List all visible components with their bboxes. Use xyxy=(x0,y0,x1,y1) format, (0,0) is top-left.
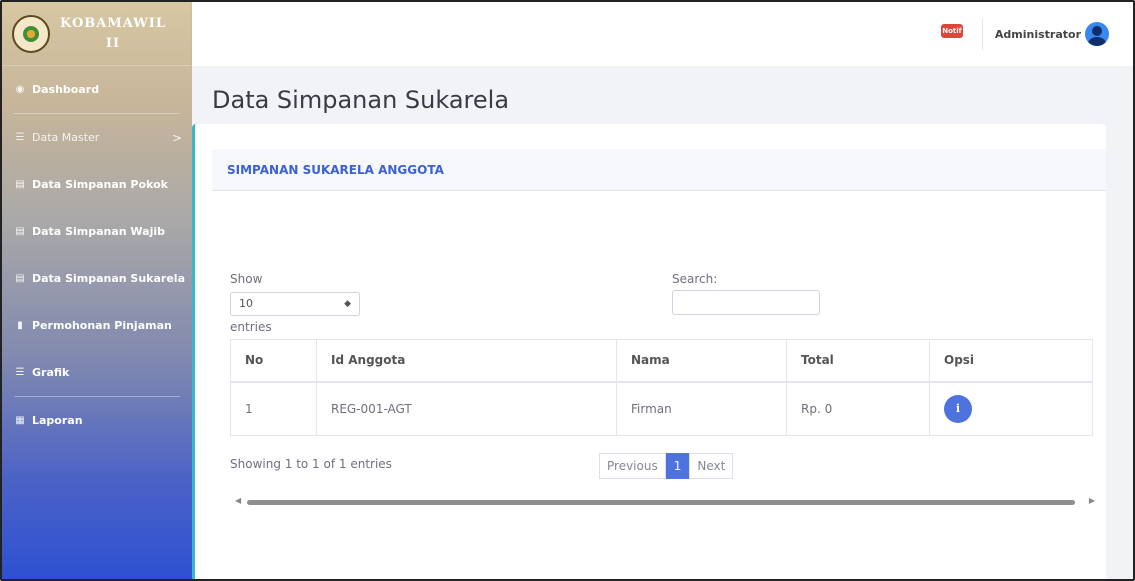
search-label: Search: xyxy=(672,272,718,286)
table-header-row: No Id Anggota Nama Total Opsi xyxy=(230,339,1093,383)
report-icon: ▦ xyxy=(15,415,25,426)
next-button[interactable]: Next xyxy=(689,453,734,479)
entries-select-value: 10 xyxy=(239,297,253,310)
sort-caret-icon: ◆ xyxy=(344,299,351,309)
cell-total: Rp. 0 xyxy=(786,381,930,436)
topbar: Notif Administrator xyxy=(192,2,1133,66)
sidebar-item-label: Laporan xyxy=(32,414,83,427)
list-icon: ☰ xyxy=(15,132,25,143)
book-icon: ▤ xyxy=(15,179,25,190)
sidebar-item-label: Data Master xyxy=(32,131,100,144)
sidebar-nav: ◉ Dashboard ☰ Data Master > ▤ Data Simpa… xyxy=(2,66,192,444)
cell-nama: Firman xyxy=(616,381,787,436)
info-icon[interactable]: i xyxy=(944,394,972,423)
sidebar: KOBAMAWIL II ◉ Dashboard ☰ Data Master >… xyxy=(2,2,192,579)
main-content: Data Simpanan Sukarela SIMPANAN SUKARELA… xyxy=(192,66,1133,579)
sidebar-item-simpanan-wajib[interactable]: ▤ Data Simpanan Wajib xyxy=(2,208,192,255)
list-icon: ☰ xyxy=(15,367,25,378)
table-row: 1 REG-001-AGT Firman Rp. 0 i xyxy=(230,381,1093,436)
card-header: SIMPANAN SUKARELA ANGGOTA xyxy=(212,149,1106,191)
pagination: Previous 1 Next xyxy=(599,453,734,479)
sidebar-item-simpanan-pokok[interactable]: ▤ Data Simpanan Pokok xyxy=(2,161,192,208)
brand-line1: KOBAMAWIL xyxy=(60,15,166,31)
sidebar-item-label: Data Simpanan Wajib xyxy=(32,225,166,238)
chevron-right-icon: > xyxy=(171,130,182,145)
notif-badge[interactable]: Notif xyxy=(941,24,963,38)
column-header-no[interactable]: No xyxy=(230,339,317,383)
sidebar-item-label: Data Simpanan Sukarela xyxy=(32,272,186,285)
card-title: SIMPANAN SUKARELA ANGGOTA xyxy=(227,162,444,177)
book-icon: ▤ xyxy=(15,226,25,237)
page-1-button[interactable]: 1 xyxy=(665,453,690,479)
book-icon: ▤ xyxy=(15,273,25,284)
entries-label: entries xyxy=(230,320,272,334)
sidebar-item-data-master[interactable]: ☰ Data Master > xyxy=(2,114,192,161)
data-table: No Id Anggota Nama Total Opsi 1 REG-001-… xyxy=(230,339,1093,436)
table-info: Showing 1 to 1 of 1 entries xyxy=(230,457,392,471)
scroll-right-icon[interactable]: ▶ xyxy=(1089,496,1095,505)
avatar[interactable] xyxy=(1085,22,1109,46)
column-header-nama[interactable]: Nama xyxy=(616,339,787,383)
cell-no: 1 xyxy=(230,381,317,436)
brand-line2: II xyxy=(105,35,121,51)
sidebar-item-label: Data Simpanan Pokok xyxy=(32,178,168,191)
cell-opsi: i xyxy=(929,381,1093,436)
scrollbar-thumb[interactable] xyxy=(247,500,1075,505)
sidebar-item-label: Grafik xyxy=(32,366,70,379)
brand-name: KOBAMAWIL II xyxy=(60,14,166,54)
sidebar-item-grafik[interactable]: ☰ Grafik xyxy=(2,349,192,396)
topbar-divider xyxy=(982,18,983,50)
gauge-icon: ◉ xyxy=(15,84,25,95)
sidebar-item-simpanan-sukarela[interactable]: ▤ Data Simpanan Sukarela xyxy=(2,255,192,302)
scroll-left-icon[interactable]: ◀ xyxy=(235,496,241,505)
sidebar-item-dashboard[interactable]: ◉ Dashboard xyxy=(2,66,192,113)
logo-icon xyxy=(12,14,50,53)
brand[interactable]: KOBAMAWIL II xyxy=(2,2,192,66)
show-label: Show xyxy=(230,272,263,286)
sidebar-item-label: Permohonan Pinjaman xyxy=(32,319,172,332)
sidebar-item-laporan[interactable]: ▦ Laporan xyxy=(2,397,192,444)
horizontal-scrollbar[interactable]: ◀ ▶ xyxy=(235,496,1095,506)
sidebar-item-label: Dashboard xyxy=(32,83,100,96)
entries-select[interactable]: 10 ◆ xyxy=(230,292,360,316)
sidebar-item-permohonan-pinjaman[interactable]: ▮ Permohonan Pinjaman xyxy=(2,302,192,349)
file-icon: ▮ xyxy=(17,320,23,331)
app-window: KOBAMAWIL II ◉ Dashboard ☰ Data Master >… xyxy=(0,0,1135,581)
user-name[interactable]: Administrator xyxy=(995,28,1081,41)
page-title: Data Simpanan Sukarela xyxy=(212,86,510,114)
column-header-total[interactable]: Total xyxy=(786,339,930,383)
column-header-id-anggota[interactable]: Id Anggota xyxy=(316,339,617,383)
data-card: SIMPANAN SUKARELA ANGGOTA Show 10 ◆ entr… xyxy=(192,124,1106,579)
search-input[interactable] xyxy=(672,290,820,315)
cell-id-anggota: REG-001-AGT xyxy=(316,381,617,436)
column-header-opsi[interactable]: Opsi xyxy=(929,339,1093,383)
previous-button[interactable]: Previous xyxy=(599,453,666,479)
